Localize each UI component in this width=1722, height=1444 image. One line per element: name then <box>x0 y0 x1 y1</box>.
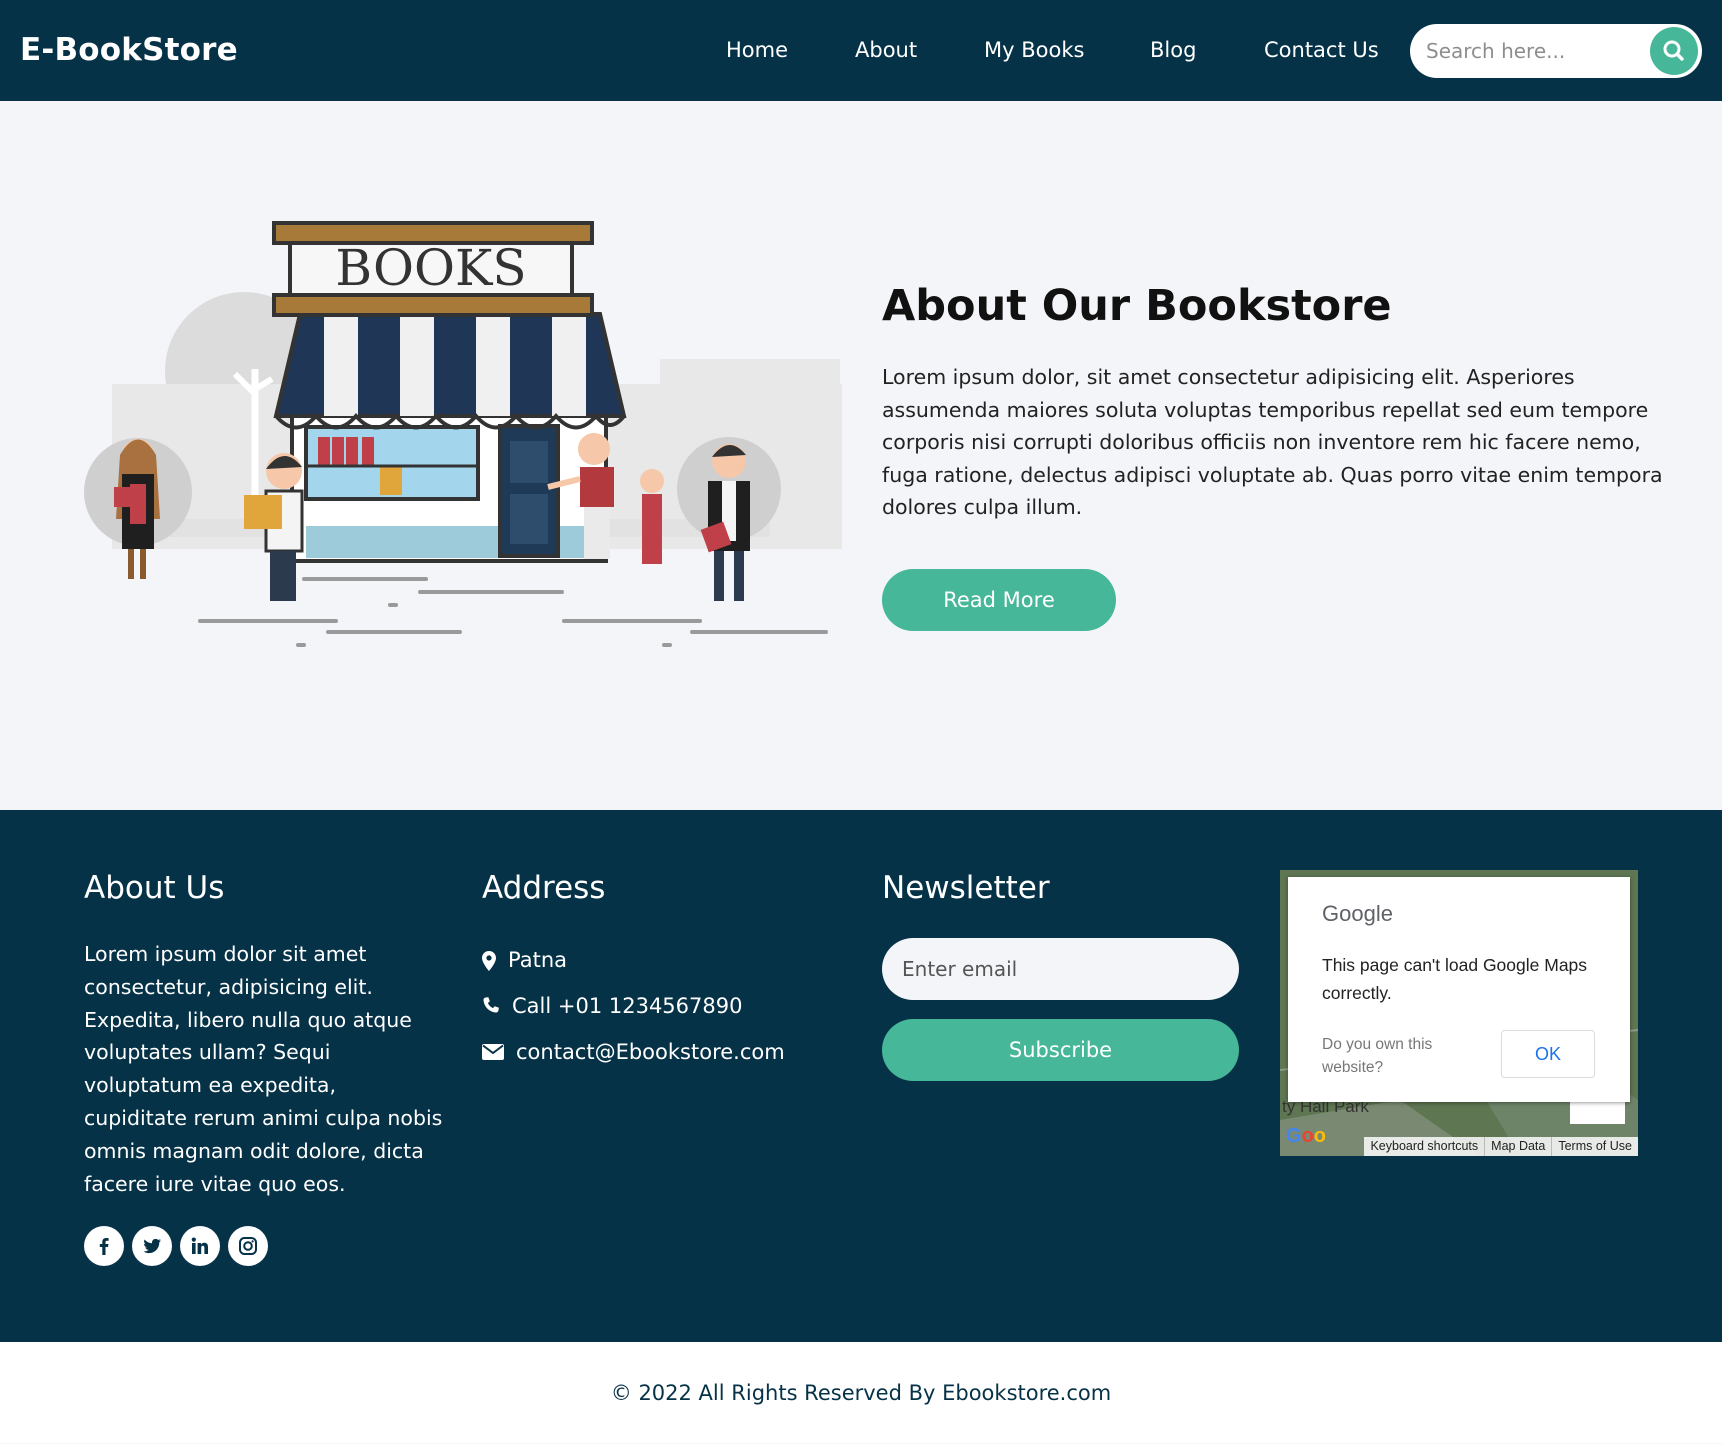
copyright-text: © 2022 All Rights Reserved By Ebookstore… <box>0 1342 1722 1443</box>
location-pin-icon <box>482 951 496 971</box>
search-box <box>1410 24 1702 78</box>
search-icon <box>1663 40 1684 61</box>
footer: About Us Lorem ipsum dolor sit amet cons… <box>0 810 1722 1342</box>
site-logo[interactable]: E-BookStore <box>20 32 238 68</box>
footer-about-title: About Us <box>84 870 225 906</box>
nav-link-blog[interactable]: Blog <box>1150 38 1196 62</box>
about-section: BOOKS About Our Bookstore Lorem ipsum do… <box>0 101 1722 810</box>
footer-about-text: Lorem ipsum dolor sit amet consectetur, … <box>84 942 443 1196</box>
nav-link-contact-us[interactable]: Contact Us <box>1264 38 1379 62</box>
google-map-embed[interactable]: ty Hall Park Goo Google This page can't … <box>1280 870 1638 1156</box>
map-ok-button[interactable]: OK <box>1501 1030 1595 1078</box>
address-phone-text: Call +01 1234567890 <box>512 994 743 1018</box>
nav-link-home[interactable]: Home <box>726 38 788 62</box>
address-title: Address <box>482 870 606 906</box>
read-more-button[interactable]: Read More <box>882 569 1116 631</box>
address-city-text: Patna <box>508 948 568 972</box>
top-navbar: E-BookStore Home About My Books Blog Con… <box>0 0 1722 101</box>
linkedin-link[interactable] <box>180 1226 220 1266</box>
facebook-link[interactable] <box>84 1226 124 1266</box>
map-error-dialog: Google This page can't load Google Maps … <box>1288 877 1630 1102</box>
about-text: Lorem ipsum dolor, sit amet consectetur … <box>882 365 1663 520</box>
facebook-icon <box>99 1238 109 1255</box>
map-control[interactable] <box>1570 1102 1625 1124</box>
instagram-link[interactable] <box>228 1226 268 1266</box>
map-terms-link[interactable]: Terms of Use <box>1551 1137 1638 1156</box>
google-map-badge: Goo <box>1286 1125 1326 1147</box>
search-button[interactable] <box>1650 27 1698 75</box>
bookstore-illustration: BOOKS <box>84 221 842 647</box>
about-title: About Our Bookstore <box>882 281 1392 331</box>
nav-link-about[interactable]: About <box>855 38 917 62</box>
nav-link-my-books[interactable]: My Books <box>984 38 1084 62</box>
twitter-link[interactable] <box>132 1226 172 1266</box>
instagram-icon <box>239 1237 257 1255</box>
map-attribution-bar: Keyboard shortcuts Map Data Terms of Use <box>1364 1137 1638 1156</box>
map-own-question: Do you own this website? <box>1322 1036 1433 1076</box>
linkedin-icon <box>191 1237 208 1254</box>
newsletter-title: Newsletter <box>882 870 1050 906</box>
map-error-message: This page can't load Google Maps correct… <box>1322 955 1588 1003</box>
bookstore-sign-text: BOOKS <box>335 239 526 297</box>
phone-icon <box>483 997 499 1013</box>
address-email-text[interactable]: contact@Ebookstore.com <box>516 1040 785 1064</box>
map-data-link[interactable]: Map Data <box>1484 1137 1551 1156</box>
search-input[interactable] <box>1424 33 1644 69</box>
envelope-icon <box>482 1044 504 1060</box>
google-logo: Google <box>1322 901 1393 926</box>
subscribe-button[interactable]: Subscribe <box>882 1019 1239 1081</box>
newsletter-email-input[interactable] <box>882 938 1239 1000</box>
map-keyboard-shortcuts-link[interactable]: Keyboard shortcuts <box>1364 1137 1484 1156</box>
twitter-icon <box>143 1238 161 1254</box>
